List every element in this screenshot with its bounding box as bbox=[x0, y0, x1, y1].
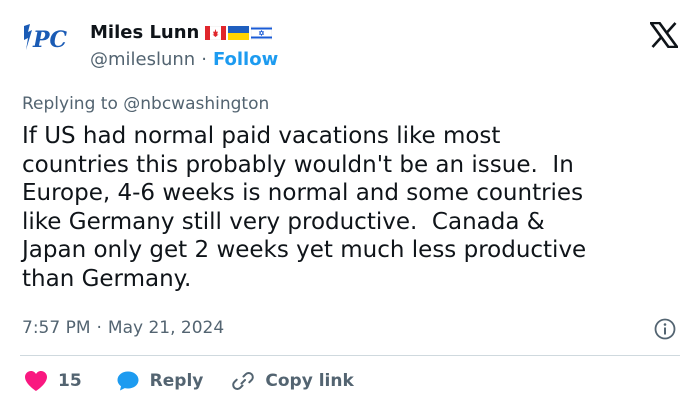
x-logo-icon[interactable] bbox=[650, 22, 678, 48]
reply-label: Reply bbox=[149, 371, 204, 391]
tweet-text: If US had normal paid vacations like mos… bbox=[22, 123, 587, 292]
author-flags bbox=[205, 25, 273, 40]
tweet-date: May 21, 2024 bbox=[107, 318, 225, 338]
ukraine-flag-icon bbox=[228, 25, 250, 40]
handle-separator: · bbox=[201, 49, 207, 70]
party-logo-icon: PC bbox=[24, 24, 68, 53]
avatar[interactable]: PC bbox=[20, 20, 76, 54]
follow-button[interactable]: Follow bbox=[213, 49, 278, 70]
author-handle[interactable]: @mileslunn bbox=[90, 49, 195, 70]
avatar-text: PC bbox=[32, 27, 68, 53]
israel-flag-icon bbox=[251, 25, 273, 40]
tweet-actions: 15 Reply Copy link bbox=[24, 370, 354, 392]
tweet-timestamp[interactable]: 7:57 PM · May 21, 2024 bbox=[22, 318, 224, 338]
like-button[interactable]: 15 bbox=[24, 370, 82, 392]
author-handle-row: @mileslunn · Follow bbox=[90, 49, 278, 70]
like-count: 15 bbox=[58, 371, 82, 391]
replying-to-prefix: Replying to bbox=[22, 94, 118, 114]
heart-icon bbox=[25, 371, 47, 391]
divider bbox=[20, 355, 680, 356]
copy-link-label: Copy link bbox=[265, 371, 354, 391]
author-name-row: Miles Lunn bbox=[90, 22, 273, 43]
replying-to-mention[interactable]: @nbcwashington bbox=[123, 94, 269, 114]
link-icon bbox=[232, 372, 255, 390]
author-display-name[interactable]: Miles Lunn bbox=[90, 22, 199, 43]
info-icon[interactable] bbox=[654, 318, 676, 340]
tweet-time: 7:57 PM bbox=[22, 318, 91, 338]
replying-to: Replying to @nbcwashington bbox=[22, 94, 269, 114]
copy-link-button[interactable]: Copy link bbox=[231, 370, 354, 392]
reply-bubble-icon bbox=[117, 371, 139, 391]
timestamp-separator: · bbox=[96, 318, 102, 338]
canada-flag-icon bbox=[205, 25, 227, 40]
reply-button[interactable]: Reply bbox=[116, 370, 204, 392]
